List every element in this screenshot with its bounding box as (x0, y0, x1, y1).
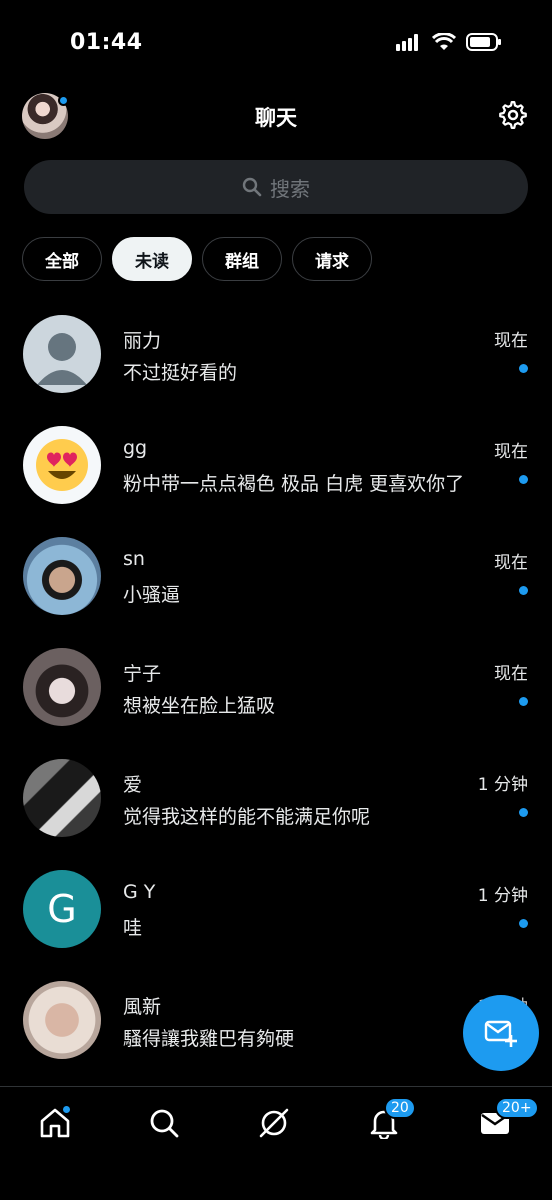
conversation-name: 宁子 (123, 663, 162, 685)
new-message-icon (484, 1020, 517, 1047)
nav-search[interactable] (144, 1103, 184, 1143)
status-time: 01:44 (70, 30, 143, 55)
search-icon (150, 1109, 179, 1138)
battery-icon (466, 33, 501, 51)
conversation-row[interactable]: 宁子 想被坐在脸上猛吸 现在 (0, 631, 552, 742)
conversation-row[interactable]: sn 小骚逼 现在 (0, 520, 552, 631)
heart-eyes-emoji-avatar (23, 426, 101, 504)
user-avatar (23, 648, 101, 726)
unread-dot (519, 697, 528, 706)
user-avatar (23, 759, 101, 837)
status-icons (396, 33, 502, 51)
conversation-message: 想被坐在脸上猛吸 (123, 695, 276, 717)
header: 聊天 (0, 90, 552, 142)
conversation-time: 现在 (494, 553, 528, 573)
page-title: 聊天 (255, 106, 297, 130)
conversation-time: 现在 (494, 331, 528, 351)
unread-dot (519, 475, 528, 484)
conversation-message: 小骚逼 (123, 584, 181, 606)
conversation-time: 现在 (494, 664, 528, 684)
conversation-row[interactable]: gg 粉中带一点点褐色 极品 白虎 更喜欢你了 现在 (0, 409, 552, 520)
conversation-name: sn (123, 548, 145, 570)
settings-icon[interactable] (498, 100, 528, 130)
default-avatar (23, 315, 101, 393)
unread-dot (519, 919, 528, 928)
status-bar: 01:44 (0, 0, 552, 90)
letter-avatar: G (23, 870, 101, 948)
unread-dot (519, 364, 528, 373)
conversation-message: 粉中带一点点褐色 极品 白虎 更喜欢你了 (123, 473, 465, 495)
conversation-name: 風新 (123, 996, 162, 1018)
unread-dot (519, 808, 528, 817)
messages-badge: 20+ (495, 1097, 539, 1119)
conversation-row[interactable]: 丽力 不过挺好看的 现在 (0, 298, 552, 409)
search-placeholder: 搜索 (270, 176, 310, 201)
new-message-button[interactable] (463, 995, 539, 1071)
signal-icon (396, 34, 418, 51)
conversation-message: 不过挺好看的 (123, 362, 238, 384)
conversation-message: 騷得讓我雞巴有夠硬 (123, 1028, 295, 1050)
conversation-list: 丽力 不过挺好看的 现在 gg 粉中带一点点褐色 极品 白虎 更喜欢你了 现在 … (0, 298, 552, 1075)
wifi-icon (432, 33, 456, 50)
conversation-name: gg (123, 437, 148, 459)
home-notification-dot (62, 1105, 71, 1114)
filter-groups[interactable]: 群组 (202, 237, 282, 281)
filter-requests[interactable]: 请求 (292, 237, 372, 281)
conversation-message: 觉得我这样的能不能满足你呢 (123, 806, 371, 828)
conversation-row[interactable]: G G Y 哇 1 分钟 (0, 853, 552, 964)
nav-grok[interactable] (254, 1103, 294, 1143)
search-bar[interactable]: 搜索 (24, 160, 528, 214)
filter-all[interactable]: 全部 (22, 237, 102, 281)
filter-chips: 全部 未读 群组 请求 (22, 237, 372, 281)
search-icon (242, 177, 262, 197)
grok-icon (259, 1108, 289, 1138)
conversation-message: 哇 (123, 917, 143, 939)
nav-home[interactable] (35, 1103, 75, 1143)
user-avatar (23, 981, 101, 1059)
conversation-time: 1 分钟 (477, 886, 528, 906)
nav-messages[interactable]: 20+ (475, 1097, 539, 1143)
conversation-row[interactable]: 爱 觉得我这样的能不能满足你呢 1 分钟 (0, 742, 552, 853)
conversation-time: 现在 (494, 442, 528, 462)
bottom-nav: 20 20+ (0, 1086, 552, 1200)
filter-unread[interactable]: 未读 (112, 237, 192, 281)
nav-notifications[interactable]: 20 (364, 1097, 416, 1143)
conversation-name: 爱 (123, 774, 143, 796)
unread-dot (519, 586, 528, 595)
conversation-time: 1 分钟 (477, 775, 528, 795)
conversation-name: G Y (123, 881, 156, 903)
user-avatar (23, 537, 101, 615)
conversation-name: 丽力 (123, 330, 162, 352)
notifications-badge: 20 (384, 1097, 416, 1119)
